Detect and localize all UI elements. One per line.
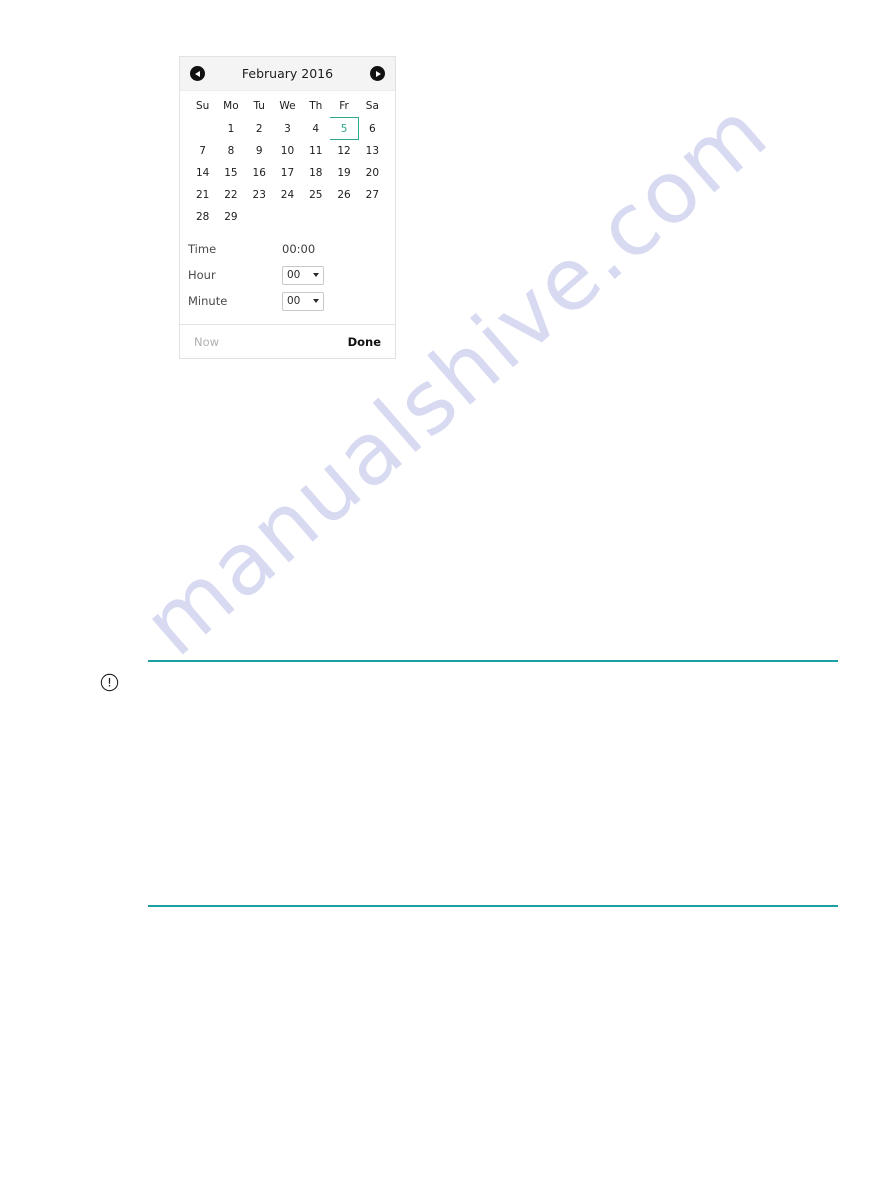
day-cell bbox=[302, 206, 330, 228]
day-cell[interactable]: 18 bbox=[302, 162, 330, 184]
chevron-down-icon bbox=[313, 299, 319, 303]
day-cell bbox=[189, 118, 217, 140]
day-cell[interactable]: 10 bbox=[273, 140, 301, 162]
weekday-su: Su bbox=[195, 100, 210, 112]
day-cell[interactable]: 12 bbox=[330, 140, 358, 162]
chevron-down-icon bbox=[313, 273, 319, 277]
day-cell-selected[interactable]: 5 bbox=[329, 117, 359, 140]
day-cell[interactable]: 28 bbox=[189, 206, 217, 228]
day-cell[interactable]: 14 bbox=[189, 162, 217, 184]
day-cell[interactable]: 29 bbox=[217, 206, 245, 228]
calendar-week-row: 21 22 23 24 25 26 27 bbox=[189, 184, 387, 206]
weekday-th: Th bbox=[309, 100, 323, 112]
watermark: manualshive.com bbox=[0, 0, 892, 1188]
day-cell[interactable]: 23 bbox=[245, 184, 273, 206]
minute-row: Minute 00 bbox=[188, 288, 387, 314]
time-value: 00:00 bbox=[282, 242, 316, 256]
day-cell[interactable]: 11 bbox=[302, 140, 330, 162]
day-cell[interactable]: 21 bbox=[189, 184, 217, 206]
day-cell[interactable]: 3 bbox=[273, 118, 301, 140]
day-cell[interactable]: 27 bbox=[358, 184, 386, 206]
minute-select-value: 00 bbox=[287, 295, 301, 307]
calendar-week-row: 28 29 bbox=[189, 206, 387, 228]
day-cell[interactable]: 4 bbox=[302, 118, 330, 140]
minute-label: Minute bbox=[188, 294, 228, 308]
calendar-week-row: 14 15 16 17 18 19 20 bbox=[189, 162, 387, 184]
day-cell[interactable]: 24 bbox=[273, 184, 301, 206]
day-cell[interactable]: 6 bbox=[358, 118, 386, 140]
caret-left-circle-icon bbox=[194, 70, 200, 77]
time-label: Time bbox=[188, 242, 217, 256]
day-cell[interactable]: 2 bbox=[245, 118, 273, 140]
picker-footer: Now Done bbox=[180, 324, 395, 358]
hour-select-value: 00 bbox=[287, 269, 301, 281]
day-cell[interactable]: 9 bbox=[245, 140, 273, 162]
weekday-we: We bbox=[279, 100, 296, 112]
calendar-title: February 2016 bbox=[241, 66, 334, 81]
hour-label: Hour bbox=[188, 268, 216, 282]
calendar-week-row: 1 2 3 4 5 6 bbox=[189, 117, 387, 140]
day-cell[interactable]: 1 bbox=[217, 118, 245, 140]
exclamation-circle-icon bbox=[100, 673, 119, 692]
note-rule-top bbox=[148, 660, 838, 662]
weekday-fr: Fr bbox=[339, 100, 349, 112]
done-button[interactable]: Done bbox=[348, 335, 381, 349]
day-cell bbox=[273, 206, 301, 228]
weekday-mo: Mo bbox=[223, 100, 239, 112]
prev-month-button[interactable] bbox=[190, 66, 205, 81]
weekday-sa: Sa bbox=[365, 100, 379, 112]
weekday-tu: Tu bbox=[253, 100, 265, 112]
day-cell[interactable]: 26 bbox=[330, 184, 358, 206]
day-cell[interactable]: 20 bbox=[358, 162, 386, 184]
day-cell[interactable]: 15 bbox=[217, 162, 245, 184]
calendar-header: February 2016 bbox=[180, 57, 395, 91]
caret-right-circle-icon bbox=[375, 70, 381, 77]
datetime-picker: February 2016 Su Mo Tu We Th Fr Sa 1 2 3… bbox=[179, 56, 396, 359]
day-cell[interactable]: 7 bbox=[189, 140, 217, 162]
day-cell[interactable]: 17 bbox=[273, 162, 301, 184]
day-cell[interactable]: 13 bbox=[358, 140, 386, 162]
calendar-grid: Su Mo Tu We Th Fr Sa 1 2 3 4 5 6 7 8 9 1… bbox=[188, 95, 387, 228]
day-cell[interactable]: 25 bbox=[302, 184, 330, 206]
minute-select[interactable]: 00 bbox=[282, 291, 324, 311]
day-cell[interactable]: 8 bbox=[217, 140, 245, 162]
day-cell bbox=[358, 206, 386, 228]
hour-select[interactable]: 00 bbox=[282, 265, 324, 285]
calendar-grid-wrapper: Su Mo Tu We Th Fr Sa 1 2 3 4 5 6 7 8 9 1… bbox=[180, 91, 395, 230]
day-cell[interactable]: 19 bbox=[330, 162, 358, 184]
day-cell bbox=[245, 206, 273, 228]
hour-row: Hour 00 bbox=[188, 262, 387, 288]
note-rule-bottom bbox=[148, 905, 838, 907]
day-cell bbox=[330, 206, 358, 228]
time-section: Time 00:00 Hour 00 Minute 00 bbox=[180, 230, 395, 324]
calendar-week-row: 7 8 9 10 11 12 13 bbox=[189, 140, 387, 162]
day-cell[interactable]: 22 bbox=[217, 184, 245, 206]
weekday-header-row: Su Mo Tu We Th Fr Sa bbox=[189, 95, 387, 118]
next-month-button[interactable] bbox=[370, 66, 385, 81]
time-display-row: Time 00:00 bbox=[188, 236, 387, 262]
day-cell[interactable]: 16 bbox=[245, 162, 273, 184]
now-button[interactable]: Now bbox=[194, 335, 219, 349]
